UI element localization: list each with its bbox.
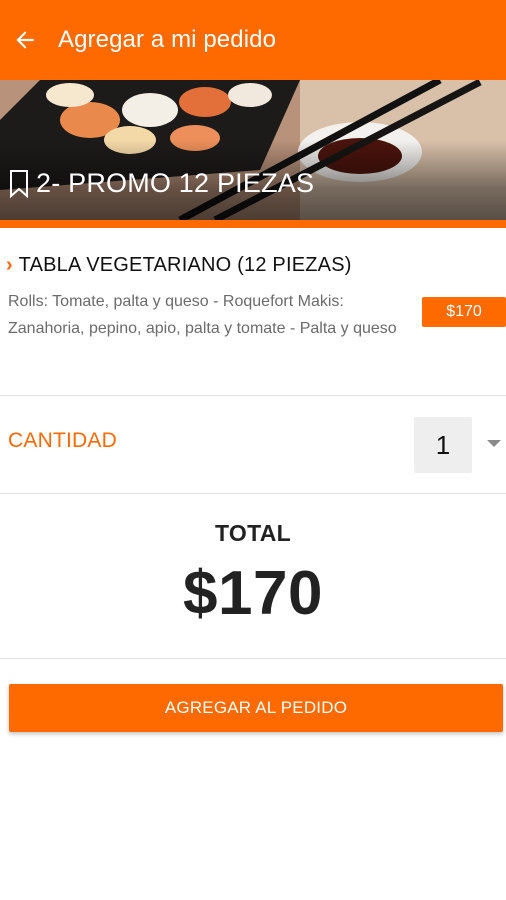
back-button[interactable] [0,0,50,80]
quantity-select[interactable]: 1 [414,417,472,473]
arrow-left-icon [16,31,34,49]
promo-title: 2- PROMO 12 PIEZAS [8,168,314,199]
total-label: TOTAL [214,520,292,546]
quantity-label: CANTIDAD [8,429,117,452]
promo-hero: 2- PROMO 12 PIEZAS [0,80,506,222]
total-section: TOTAL $170 [0,494,506,658]
quantity-row: CANTIDAD 1 [0,396,506,494]
divider [0,658,506,659]
promo-title-text: 2- PROMO 12 PIEZAS [36,168,315,198]
chevron-right-icon: › [6,254,13,276]
app-bar: Agregar a mi pedido [0,0,506,80]
add-to-order-button[interactable]: AGREGAR AL PEDIDO [9,684,503,732]
chevron-down-icon[interactable] [487,440,501,447]
item-title: › TABLA VEGETARIANO (12 PIEZAS) [6,254,352,277]
total-amount: $170 [183,559,323,628]
item-name: TABLA VEGETARIANO (12 PIEZAS) [18,254,352,276]
item-description: Rolls: Tomate, palta y queso - Roquefort… [8,293,397,337]
price-badge: $170 [422,297,506,327]
bookmark-icon [10,169,28,198]
accent-bar [0,220,506,228]
menu-item: › TABLA VEGETARIANO (12 PIEZAS) Rolls: T… [0,228,506,396]
app-bar-title: Agregar a mi pedido [58,26,277,53]
